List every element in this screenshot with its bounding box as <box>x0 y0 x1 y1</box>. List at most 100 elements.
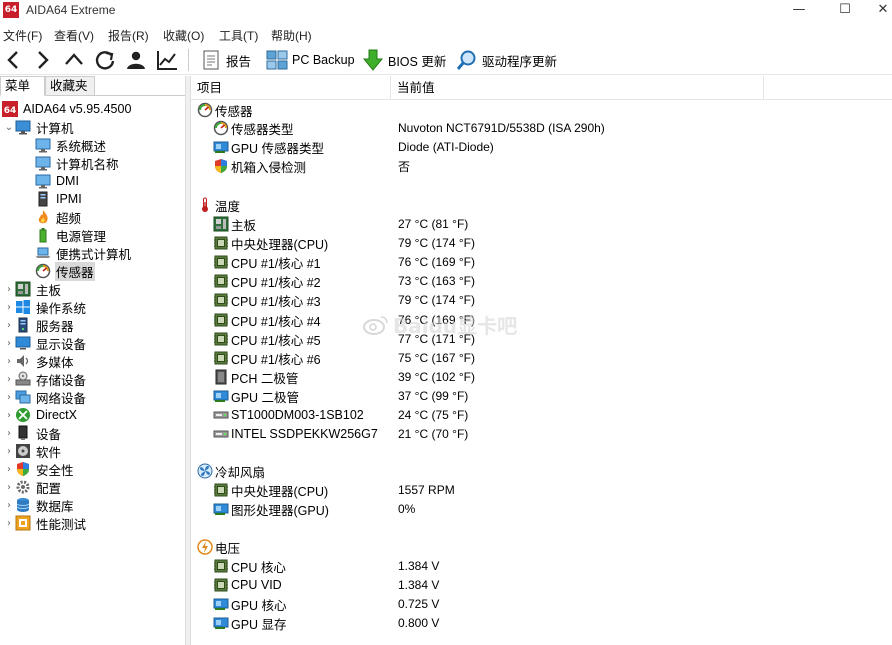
sensor-row[interactable]: ST1000DM003-1SB102 24 °C (75 °F) <box>213 406 883 424</box>
user-icon[interactable] <box>124 48 148 72</box>
tree-item[interactable]: 系统概述 <box>35 136 107 154</box>
monitor-icon <box>35 156 51 171</box>
tree-item[interactable]: › 数据库 <box>3 496 75 514</box>
sensor-row[interactable]: GPU 二极管 37 °C (99 °F) <box>213 387 883 405</box>
menu-favorites[interactable]: 收藏(O) <box>163 27 204 44</box>
sensor-row[interactable]: CPU #1/核心 #6 75 °C (167 °F) <box>213 349 883 367</box>
pc-backup-button[interactable]: PC Backup <box>266 49 355 71</box>
sensor-row[interactable]: GPU 显存 0.800 V <box>213 614 883 632</box>
sensor-row[interactable]: 机箱入侵检测 否 <box>213 157 883 175</box>
sensor-row[interactable]: GPU 核心 0.725 V <box>213 595 883 613</box>
close-button[interactable]: ✕ <box>868 0 892 22</box>
tree-item[interactable]: › DirectX <box>3 406 78 424</box>
driver-update-button[interactable]: 驱动程序更新 <box>456 49 557 71</box>
sensor-value: 76 °C (169 °F) <box>398 255 475 269</box>
sensor-row[interactable]: 中央处理器(CPU) 79 °C (174 °F) <box>213 234 883 252</box>
tree-item[interactable]: 便携式计算机 <box>35 244 132 262</box>
tree-item[interactable]: DMI <box>35 172 80 190</box>
expand-toggle[interactable]: › <box>3 500 15 511</box>
back-arrow-icon[interactable] <box>2 48 26 72</box>
sensor-row[interactable]: 图形处理器(GPU) 0% <box>213 500 883 518</box>
expand-toggle[interactable]: ⌄ <box>3 122 15 133</box>
expand-toggle[interactable]: › <box>3 428 15 439</box>
tree-item[interactable]: ⌄ 计算机 <box>3 118 75 136</box>
menu-view[interactable]: 查看(V) <box>54 27 94 44</box>
sensor-row[interactable]: CPU #1/核心 #5 77 °C (171 °F) <box>213 330 883 348</box>
tab-menu[interactable]: 菜单 <box>0 76 45 96</box>
tree-item[interactable]: › 安全性 <box>3 460 75 478</box>
menu-help[interactable]: 帮助(H) <box>271 27 312 44</box>
tree-item[interactable]: › 配置 <box>3 478 62 496</box>
sensor-row[interactable]: 传感器类型 Nuvoton NCT6791D/5538D (ISA 290h) <box>213 119 883 137</box>
section-header[interactable]: 电压 <box>197 538 240 556</box>
sensor-row[interactable]: CPU #1/核心 #2 73 °C (163 °F) <box>213 272 883 290</box>
menu-tools[interactable]: 工具(T) <box>219 27 258 44</box>
refresh-icon[interactable] <box>93 48 117 72</box>
minimize-button[interactable]: — <box>776 0 822 22</box>
column-header-item[interactable]: 项目 <box>191 76 391 100</box>
maximize-button[interactable]: ☐ <box>822 0 868 22</box>
sensor-row[interactable]: CPU VID 1.384 V <box>213 576 883 594</box>
tree-item[interactable]: › 性能测试 <box>3 514 87 532</box>
section-header[interactable]: 温度 <box>197 196 240 214</box>
cpu-chip-icon <box>214 559 228 573</box>
cpu-chip-icon <box>214 255 228 269</box>
tree-item[interactable]: 计算机名称 <box>35 154 120 172</box>
expand-toggle[interactable]: › <box>3 374 15 385</box>
tree-item[interactable]: › 显示设备 <box>3 334 87 352</box>
section-title: 冷却风扇 <box>215 465 266 480</box>
tree-item[interactable]: › 存储设备 <box>3 370 87 388</box>
expand-toggle[interactable]: › <box>3 356 15 367</box>
chart-icon[interactable] <box>155 48 179 72</box>
expand-toggle[interactable]: › <box>3 392 15 403</box>
menu-file[interactable]: 文件(F) <box>3 27 42 44</box>
section-header[interactable]: 冷却风扇 <box>197 462 265 480</box>
sensor-row[interactable]: 中央处理器(CPU) 1557 RPM <box>213 481 883 499</box>
sensor-value: 21 °C (70 °F) <box>398 427 469 441</box>
sensor-row[interactable]: 主板 27 °C (81 °F) <box>213 215 883 233</box>
column-header-value[interactable]: 当前值 <box>391 76 764 100</box>
sensor-label: 图形处理器(GPU) <box>231 503 329 518</box>
expand-toggle[interactable]: › <box>3 446 15 457</box>
report-button[interactable]: 报告 <box>200 49 251 71</box>
sensor-row[interactable]: PCH 二极管 39 °C (102 °F) <box>213 368 883 386</box>
sensor-row[interactable]: CPU #1/核心 #4 76 °C (169 °F) <box>213 311 883 329</box>
tree-item-label: 计算机名称 <box>56 157 119 172</box>
expand-toggle[interactable]: › <box>3 482 15 493</box>
tree-item[interactable]: › 网络设备 <box>3 388 87 406</box>
tree-item[interactable]: › 操作系统 <box>3 298 87 316</box>
expand-toggle[interactable]: › <box>3 302 15 313</box>
bios-update-button[interactable]: BIOS 更新 <box>362 49 446 71</box>
forward-arrow-icon[interactable] <box>30 48 54 72</box>
up-arrow-icon[interactable] <box>62 48 86 72</box>
sensor-row[interactable]: CPU 核心 1.384 V <box>213 557 883 575</box>
expand-toggle[interactable]: › <box>3 284 15 295</box>
tab-favorites[interactable]: 收藏夹 <box>45 76 95 96</box>
section-header[interactable]: 传感器 <box>197 101 253 119</box>
expand-toggle[interactable]: › <box>3 338 15 349</box>
tree-item[interactable]: › 软件 <box>3 442 62 460</box>
tree-item[interactable]: › 设备 <box>3 424 62 442</box>
tree-item[interactable]: › 服务器 <box>3 316 75 334</box>
expand-toggle[interactable]: › <box>3 320 15 331</box>
tree-item[interactable]: IPMI <box>35 190 83 208</box>
tree-item[interactable]: 64 AIDA64 v5.95.4500 <box>2 100 132 118</box>
tree-item[interactable]: › 多媒体 <box>3 352 75 370</box>
sensor-row[interactable]: CPU #1/核心 #3 79 °C (174 °F) <box>213 291 883 309</box>
tree-item[interactable]: 传感器 <box>35 261 95 281</box>
window-title: AIDA64 Extreme <box>26 3 116 17</box>
tree-item[interactable]: 超频 <box>35 208 82 226</box>
xbox-icon <box>16 408 30 422</box>
sensor-row[interactable]: GPU 传感器类型 Diode (ATI-Diode) <box>213 138 883 156</box>
sensor-value: Nuvoton NCT6791D/5538D (ISA 290h) <box>398 121 605 135</box>
expand-toggle[interactable]: › <box>3 464 15 475</box>
expand-toggle[interactable]: › <box>3 410 15 421</box>
sensor-row[interactable]: CPU #1/核心 #1 76 °C (169 °F) <box>213 253 883 271</box>
menu-report[interactable]: 报告(R) <box>108 27 149 44</box>
sensor-value: 1.384 V <box>398 559 440 573</box>
tree-item[interactable]: 电源管理 <box>35 226 107 244</box>
sensor-row[interactable]: INTEL SSDPEKKW256G7 21 °C (70 °F) <box>213 425 883 443</box>
tree-item[interactable]: › 主板 <box>3 280 62 298</box>
gpu-icon <box>213 141 229 153</box>
expand-toggle[interactable]: › <box>3 518 15 529</box>
